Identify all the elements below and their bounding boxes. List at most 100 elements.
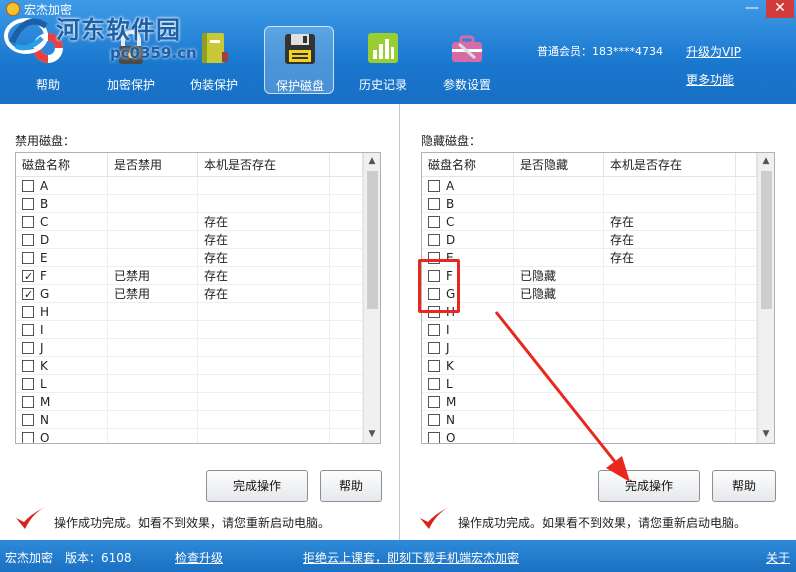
exists-cell: 存在 xyxy=(604,231,736,249)
right-status-text: 操作成功完成。如果看不到效果，请您重新启动电脑。 xyxy=(458,516,747,530)
table-row[interactable]: J xyxy=(16,339,363,357)
table-row[interactable]: N xyxy=(16,411,363,429)
table-row[interactable]: K xyxy=(16,357,363,375)
table-row[interactable]: F 已禁用存在 xyxy=(16,267,363,286)
disk-checkbox[interactable] xyxy=(22,323,34,336)
disk-checkbox[interactable] xyxy=(428,233,440,246)
table-row[interactable]: F 已隐藏 xyxy=(422,267,757,285)
nav-settings[interactable]: 参数设置 xyxy=(432,26,502,94)
disk-checkbox[interactable] xyxy=(428,197,440,210)
table-row[interactable]: M xyxy=(16,393,363,411)
table-row[interactable]: G 已禁用存在 xyxy=(16,285,363,304)
disk-checkbox[interactable] xyxy=(428,377,440,390)
disable-disk-list[interactable]: 磁盘名称 是否禁用 本机是否存在 ABC 存在D存在E存在F已禁用存在G已禁用存在… xyxy=(15,152,381,444)
nav-disguise-label: 伪装保护 xyxy=(189,78,238,92)
scroll-up-arrow-icon[interactable]: ▲ xyxy=(758,153,774,170)
col-exists[interactable]: 本机是否存在 xyxy=(198,153,330,177)
upgrade-vip-link[interactable]: 升级为VIP xyxy=(686,43,741,60)
empty-cell xyxy=(736,393,757,411)
nav-protect-disk[interactable]: 保护磁盘 xyxy=(264,26,334,94)
watermark-url: pc0359.cn xyxy=(110,44,197,62)
empty-cell xyxy=(736,285,757,303)
disk-rows: ABC 存在D存在E存在F已禁用存在G已禁用存在HIJKLMNO xyxy=(16,177,363,443)
disk-name-cell: F xyxy=(16,267,108,286)
disk-checkbox[interactable] xyxy=(22,197,34,210)
scroll-down-arrow-icon[interactable]: ▼ xyxy=(364,426,380,443)
scroll-up-arrow-icon[interactable]: ▲ xyxy=(364,153,380,170)
table-row[interactable]: A xyxy=(422,177,757,195)
disable-disk-label: 禁用磁盘： xyxy=(15,134,76,148)
disk-checkbox[interactable] xyxy=(22,377,34,390)
disk-checkbox[interactable] xyxy=(22,286,34,304)
disk-checkbox[interactable] xyxy=(22,413,34,426)
table-row[interactable]: D 存在 xyxy=(422,231,757,249)
minimize-button[interactable]: — xyxy=(738,0,766,18)
disk-checkbox[interactable] xyxy=(22,215,34,228)
table-row[interactable]: C 存在 xyxy=(422,213,757,231)
col-disk-name[interactable]: 磁盘名称 xyxy=(422,153,514,177)
disk-letter: M xyxy=(40,395,51,409)
success-check-icon xyxy=(420,507,449,529)
exists-cell: 存在 xyxy=(198,231,330,249)
table-row[interactable]: E 存在 xyxy=(16,249,363,267)
disk-letter: J xyxy=(40,341,44,355)
col-disk-name[interactable]: 磁盘名称 xyxy=(16,153,108,177)
close-button[interactable]: ✕ xyxy=(766,0,794,18)
disk-checkbox[interactable] xyxy=(22,395,34,408)
empty-cell xyxy=(736,411,757,429)
table-row[interactable]: A xyxy=(16,177,363,195)
disk-checkbox[interactable] xyxy=(22,179,34,192)
nav-history[interactable]: 历史记录 xyxy=(348,26,418,94)
status-cell xyxy=(108,429,198,443)
scroll-thumb[interactable] xyxy=(761,171,772,309)
disk-checkbox[interactable] xyxy=(428,323,440,336)
disk-checkbox[interactable] xyxy=(22,359,34,372)
disk-checkbox[interactable] xyxy=(428,341,440,354)
disk-checkbox[interactable] xyxy=(428,215,440,228)
table-row[interactable]: E 存在 xyxy=(422,249,757,267)
disk-checkbox[interactable] xyxy=(22,268,34,286)
table-row[interactable]: L xyxy=(16,375,363,393)
disk-name-cell: G xyxy=(16,285,108,304)
exists-cell: 存在 xyxy=(198,249,330,267)
scroll-thumb[interactable] xyxy=(367,171,378,309)
exists-cell: 存在 xyxy=(604,249,736,267)
disk-checkbox[interactable] xyxy=(22,305,34,318)
disk-checkbox[interactable] xyxy=(22,341,34,354)
disk-checkbox[interactable] xyxy=(22,233,34,246)
status-cell xyxy=(108,357,198,375)
table-row[interactable]: C 存在 xyxy=(16,213,363,231)
disk-checkbox[interactable] xyxy=(428,395,440,408)
more-features-link[interactable]: 更多功能 xyxy=(686,71,734,88)
right-help-button[interactable]: 帮助 xyxy=(712,470,776,502)
table-row[interactable]: B xyxy=(16,195,363,213)
nav-encrypt-label: 加密保护 xyxy=(106,78,155,92)
disk-checkbox[interactable] xyxy=(22,431,34,443)
disk-checkbox[interactable] xyxy=(428,431,440,443)
promo-link[interactable]: 拒绝云上课套，即刻下载手机端宏杰加密 xyxy=(303,549,519,566)
exists-cell xyxy=(604,177,736,195)
vertical-scrollbar[interactable]: ▲ ▼ xyxy=(363,153,380,443)
disk-name-cell: C xyxy=(16,213,108,231)
empty-cell xyxy=(330,321,363,339)
left-help-button[interactable]: 帮助 xyxy=(320,470,382,502)
disk-checkbox[interactable] xyxy=(428,359,440,372)
col-hidden[interactable]: 是否隐藏 xyxy=(514,153,604,177)
check-update-link[interactable]: 检查升级 xyxy=(175,549,223,566)
col-disabled[interactable]: 是否禁用 xyxy=(108,153,198,177)
disk-checkbox[interactable] xyxy=(428,413,440,426)
scroll-down-arrow-icon[interactable]: ▼ xyxy=(758,426,774,443)
about-link[interactable]: 关于 xyxy=(766,549,790,566)
table-row[interactable]: O xyxy=(16,429,363,443)
empty-cell xyxy=(736,375,757,393)
table-row[interactable]: D 存在 xyxy=(16,231,363,249)
table-row[interactable]: H xyxy=(16,303,363,321)
disk-checkbox[interactable] xyxy=(22,251,34,264)
table-row[interactable]: I xyxy=(16,321,363,339)
left-done-button[interactable]: 完成操作 xyxy=(206,470,308,502)
exists-cell: 存在 xyxy=(198,213,330,231)
col-exists[interactable]: 本机是否存在 xyxy=(604,153,736,177)
table-row[interactable]: B xyxy=(422,195,757,213)
disk-checkbox[interactable] xyxy=(428,179,440,192)
vertical-scrollbar[interactable]: ▲ ▼ xyxy=(757,153,774,443)
